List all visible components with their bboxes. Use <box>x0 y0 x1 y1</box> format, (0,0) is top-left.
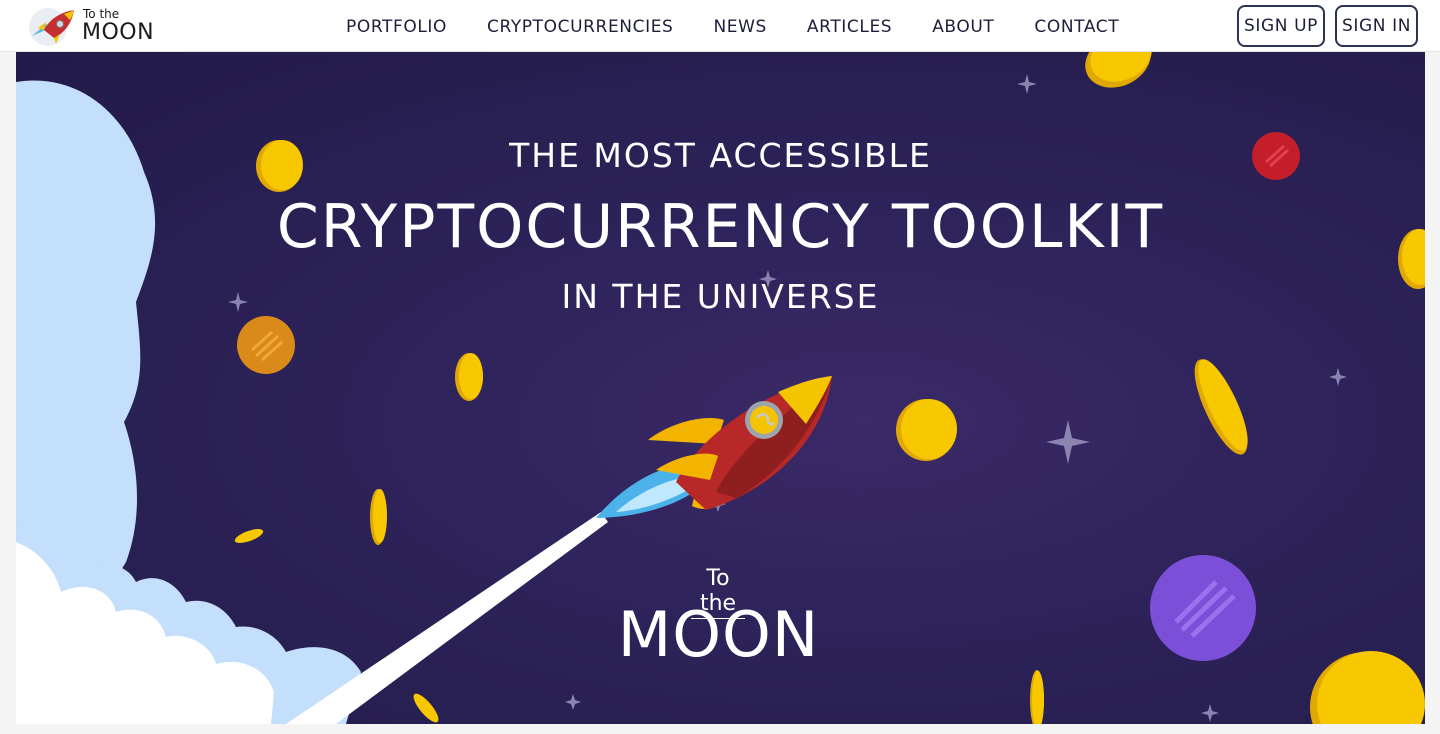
navbar: To the MOON PORTFOLIO CRYPTOCURRENCIES N… <box>0 0 1440 52</box>
rocket-logo-icon <box>29 8 74 46</box>
main-nav: PORTFOLIO CRYPTOCURRENCIES NEWS ARTICLES… <box>346 17 1159 37</box>
rocket-trail <box>286 512 608 724</box>
sign-in-button[interactable]: SIGN IN <box>1335 5 1418 47</box>
logo-text-small: To the <box>83 7 120 21</box>
cloud-icon <box>16 80 361 724</box>
nav-cryptocurrencies[interactable]: CRYPTOCURRENCIES <box>487 17 673 37</box>
hero-title-line1: THE MOST ACCESSIBLE <box>509 136 932 175</box>
nav-portfolio[interactable]: PORTFOLIO <box>346 17 447 37</box>
hero-brand-big: MOON <box>617 598 820 671</box>
sign-up-button[interactable]: SIGN UP <box>1237 5 1325 47</box>
site-logo[interactable]: To the MOON <box>24 4 154 48</box>
rocket-icon <box>596 376 832 518</box>
hero-title-line2: CRYPTOCURRENCY TOOLKIT <box>276 192 1165 262</box>
nav-contact[interactable]: CONTACT <box>1034 17 1119 37</box>
hero-banner: THE MOST ACCESSIBLE CRYPTOCURRENCY TOOLK… <box>16 52 1425 724</box>
logo-text-big: MOON <box>82 20 155 45</box>
hero-title-line3: IN THE UNIVERSE <box>561 277 880 316</box>
nav-news[interactable]: NEWS <box>713 17 766 37</box>
nav-articles[interactable]: ARTICLES <box>807 17 892 37</box>
nav-about[interactable]: ABOUT <box>932 17 994 37</box>
